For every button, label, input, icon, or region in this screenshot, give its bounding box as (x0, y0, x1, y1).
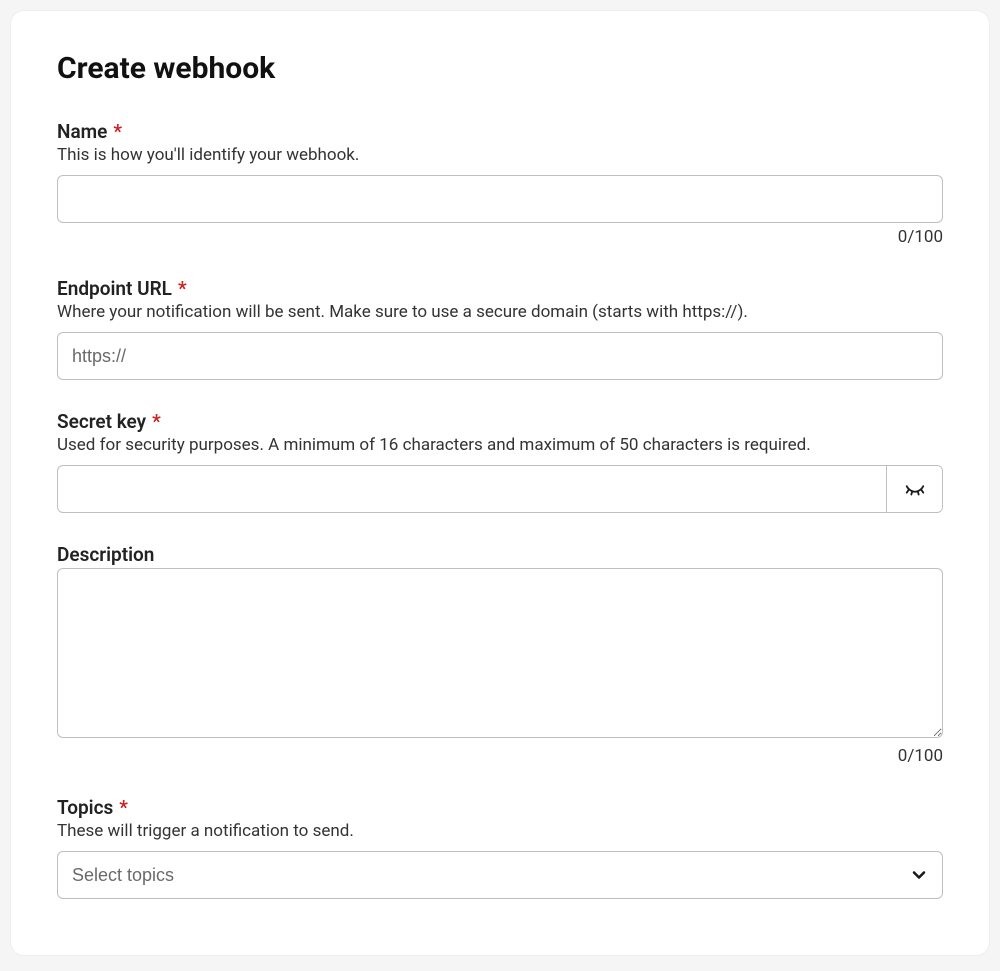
topics-help: These will trigger a notification to sen… (57, 821, 943, 841)
description-counter: 0/100 (57, 746, 943, 766)
name-counter: 0/100 (57, 227, 943, 247)
secret-label-row: Secret key * (57, 410, 943, 433)
endpoint-group: Endpoint URL * Where your notification w… (57, 277, 943, 380)
toggle-visibility-button[interactable] (886, 466, 942, 512)
endpoint-label: Endpoint URL (57, 277, 172, 300)
required-icon: * (119, 798, 128, 817)
endpoint-help: Where your notification will be sent. Ma… (57, 302, 943, 322)
description-input[interactable] (57, 568, 943, 738)
name-group: Name * This is how you'll identify your … (57, 120, 943, 247)
topics-select-wrap: Select topics (57, 851, 943, 899)
description-group: Description 0/100 (57, 543, 943, 766)
page-title: Create webhook (57, 51, 943, 86)
required-icon: * (113, 122, 122, 141)
name-help: This is how you'll identify your webhook… (57, 145, 943, 165)
webhook-form-card: Create webhook Name * This is how you'll… (10, 10, 990, 956)
endpoint-input[interactable] (57, 332, 943, 380)
secret-help: Used for security purposes. A minimum of… (57, 435, 943, 455)
topics-label-row: Topics * (57, 796, 943, 819)
topics-label: Topics (57, 796, 113, 819)
topics-select[interactable]: Select topics (57, 851, 943, 899)
description-label-row: Description (57, 543, 943, 566)
secret-label: Secret key (57, 410, 146, 433)
name-label-row: Name * (57, 120, 943, 143)
required-icon: * (178, 279, 187, 298)
topics-group: Topics * These will trigger a notificati… (57, 796, 943, 899)
name-input[interactable] (57, 175, 943, 223)
required-icon: * (152, 412, 161, 431)
secret-input-wrap (57, 465, 943, 513)
secret-group: Secret key * Used for security purposes.… (57, 410, 943, 513)
topics-placeholder: Select topics (72, 865, 174, 886)
eye-closed-icon (904, 478, 926, 500)
endpoint-label-row: Endpoint URL * (57, 277, 943, 300)
name-label: Name (57, 120, 107, 143)
secret-input[interactable] (58, 466, 886, 512)
description-label: Description (57, 543, 154, 566)
